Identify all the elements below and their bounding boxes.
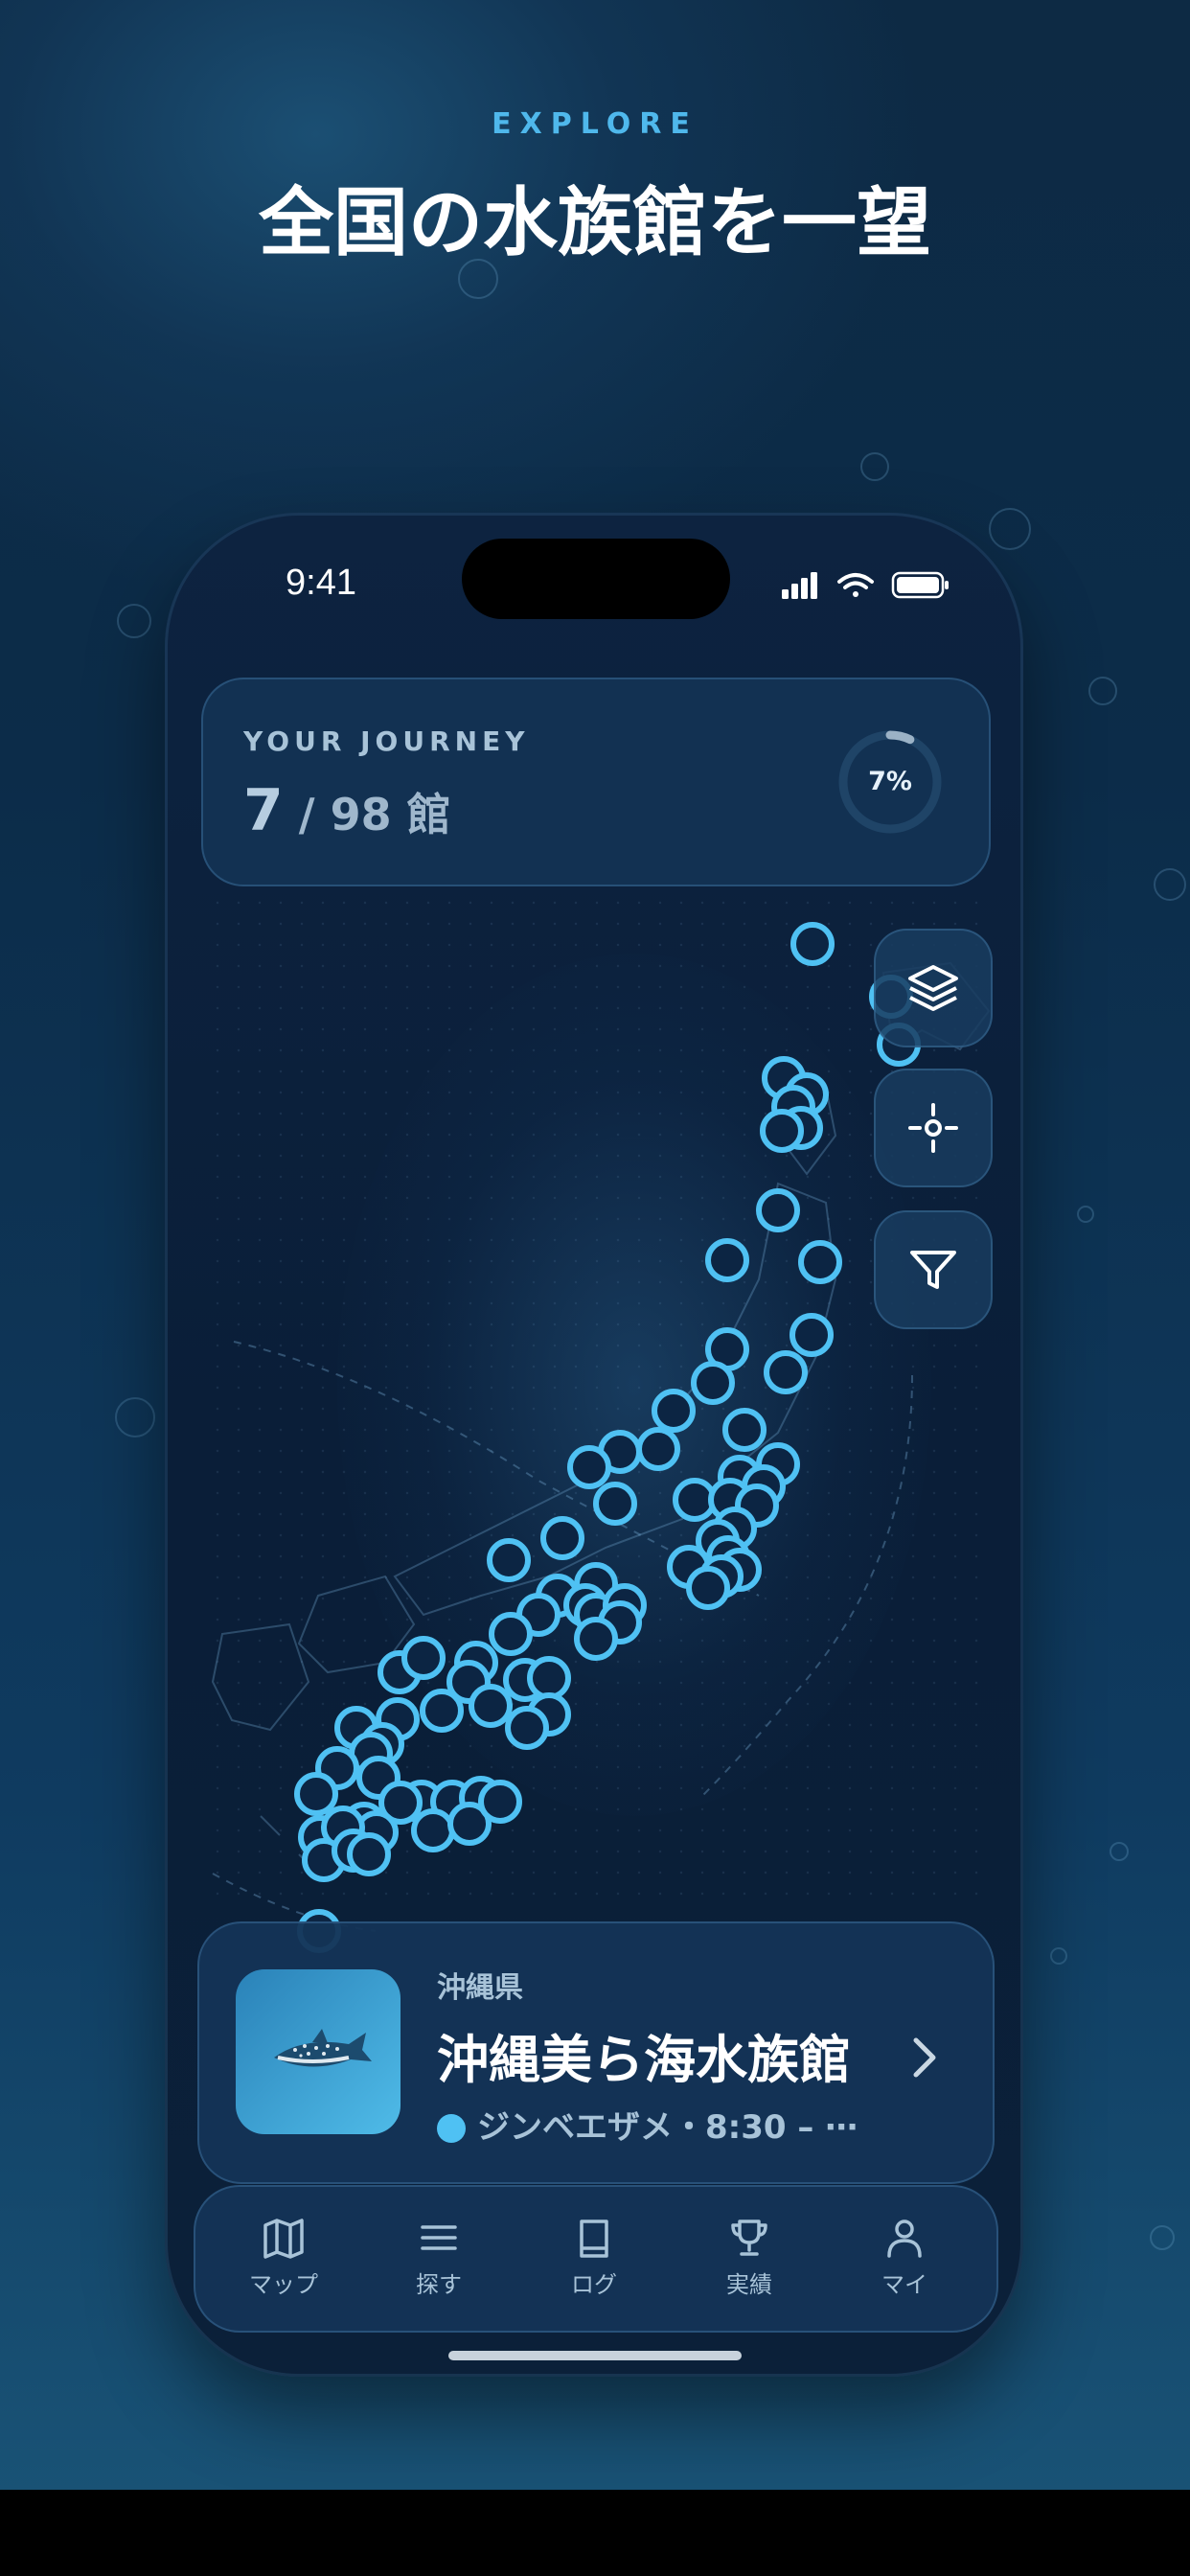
locate-button[interactable] <box>874 1069 993 1187</box>
aquarium-marker[interactable] <box>567 1445 611 1489</box>
aquarium-meta: ジンベエザメ・8:30 – ⋯ <box>437 2101 858 2148</box>
aquarium-marker[interactable] <box>686 1566 730 1610</box>
tab-achievements-label: 実績 <box>726 2271 772 2298</box>
bubble-decoration <box>1088 677 1117 705</box>
aquarium-marker[interactable] <box>411 1808 455 1852</box>
bubble-decoration <box>1110 1842 1129 1861</box>
chevron-right-icon[interactable] <box>906 2029 945 2086</box>
bubble-decoration <box>1050 1947 1067 1965</box>
aquarium-marker[interactable] <box>469 1684 513 1728</box>
bubble-decoration <box>115 1397 155 1438</box>
tab-my-label: マイ <box>881 2271 927 2298</box>
tab-my[interactable]: マイ <box>828 2206 981 2312</box>
bubble-decoration <box>117 604 151 638</box>
phone-frame: 9:41 YOUR JOURNEY 7 / 98 館 7% 沖縄県 沖縄美ら海水… <box>165 513 1023 2377</box>
layers-icon <box>908 965 958 1011</box>
aquarium-marker[interactable] <box>505 1706 549 1750</box>
tab-log[interactable]: ログ <box>517 2206 671 2312</box>
prefecture-label: 沖縄県 <box>437 1971 523 2005</box>
aquarium-marker[interactable] <box>722 1408 767 1452</box>
aquarium-marker[interactable] <box>347 1832 391 1876</box>
bubble-decoration <box>860 452 889 481</box>
tab-map[interactable]: マップ <box>207 2206 360 2312</box>
aquarium-marker[interactable] <box>691 1361 735 1405</box>
home-indicator <box>448 2351 742 2360</box>
aquarium-marker[interactable] <box>764 1350 808 1394</box>
aquarium-marker[interactable] <box>652 1389 696 1433</box>
aquarium-marker[interactable] <box>760 1109 804 1153</box>
tab-bar: マップ 探す ログ 実績 マイ <box>194 2185 998 2333</box>
aquarium-marker[interactable] <box>294 1772 338 1816</box>
tab-log-label: ログ <box>571 2271 617 2298</box>
list-icon <box>421 2225 457 2250</box>
filter-icon <box>910 1251 956 1289</box>
map-icon <box>263 2219 304 2259</box>
bubble-decoration <box>1150 2225 1175 2250</box>
aquarium-marker[interactable] <box>705 1238 749 1282</box>
tab-achievements[interactable]: 実績 <box>673 2206 826 2312</box>
tab-map-label: マップ <box>249 2271 318 2298</box>
aquarium-marker[interactable] <box>790 1313 834 1357</box>
aquarium-marker[interactable] <box>540 1516 584 1560</box>
aquarium-marker[interactable] <box>401 1636 446 1680</box>
aquarium-marker[interactable] <box>527 1656 571 1700</box>
tab-search-label: 探す <box>416 2271 462 2298</box>
accent-dot <box>437 2114 466 2143</box>
bottom-bar <box>0 2490 1190 2576</box>
person-icon <box>887 2220 922 2258</box>
filter-button[interactable] <box>874 1210 993 1329</box>
locate-icon <box>908 1103 958 1153</box>
aquarium-meta-text: ジンベエザメ・8:30 – ⋯ <box>477 2108 858 2147</box>
layers-button[interactable] <box>874 929 993 1047</box>
tab-search[interactable]: 探す <box>362 2206 515 2312</box>
featured-aquarium-card[interactable]: 沖縄県 沖縄美ら海水族館 ジンベエザメ・8:30 – ⋯ <box>197 1921 995 2184</box>
whale-shark-icon <box>274 2029 372 2067</box>
bubble-decoration <box>1154 868 1186 901</box>
aquarium-thumbnail <box>236 1969 400 2134</box>
hero-headline: 全国の水族館を一望 <box>258 180 931 266</box>
bubble-decoration <box>1077 1206 1094 1223</box>
aquarium-marker[interactable] <box>756 1188 800 1232</box>
aquarium-marker[interactable] <box>798 1240 842 1284</box>
book-icon <box>580 2220 608 2258</box>
aquarium-name: 沖縄美ら海水族館 <box>437 2030 851 2090</box>
aquarium-marker[interactable] <box>478 1780 522 1824</box>
aquarium-marker[interactable] <box>593 1482 637 1526</box>
aquarium-marker[interactable] <box>636 1427 680 1471</box>
aquarium-marker[interactable] <box>487 1538 531 1582</box>
aquarium-marker[interactable] <box>489 1612 533 1656</box>
aquarium-marker[interactable] <box>574 1617 618 1661</box>
trophy-icon <box>731 2220 767 2256</box>
aquarium-marker[interactable] <box>790 922 835 966</box>
aquarium-marker[interactable] <box>420 1689 464 1733</box>
eyebrow-label: EXPLORE <box>492 107 698 141</box>
